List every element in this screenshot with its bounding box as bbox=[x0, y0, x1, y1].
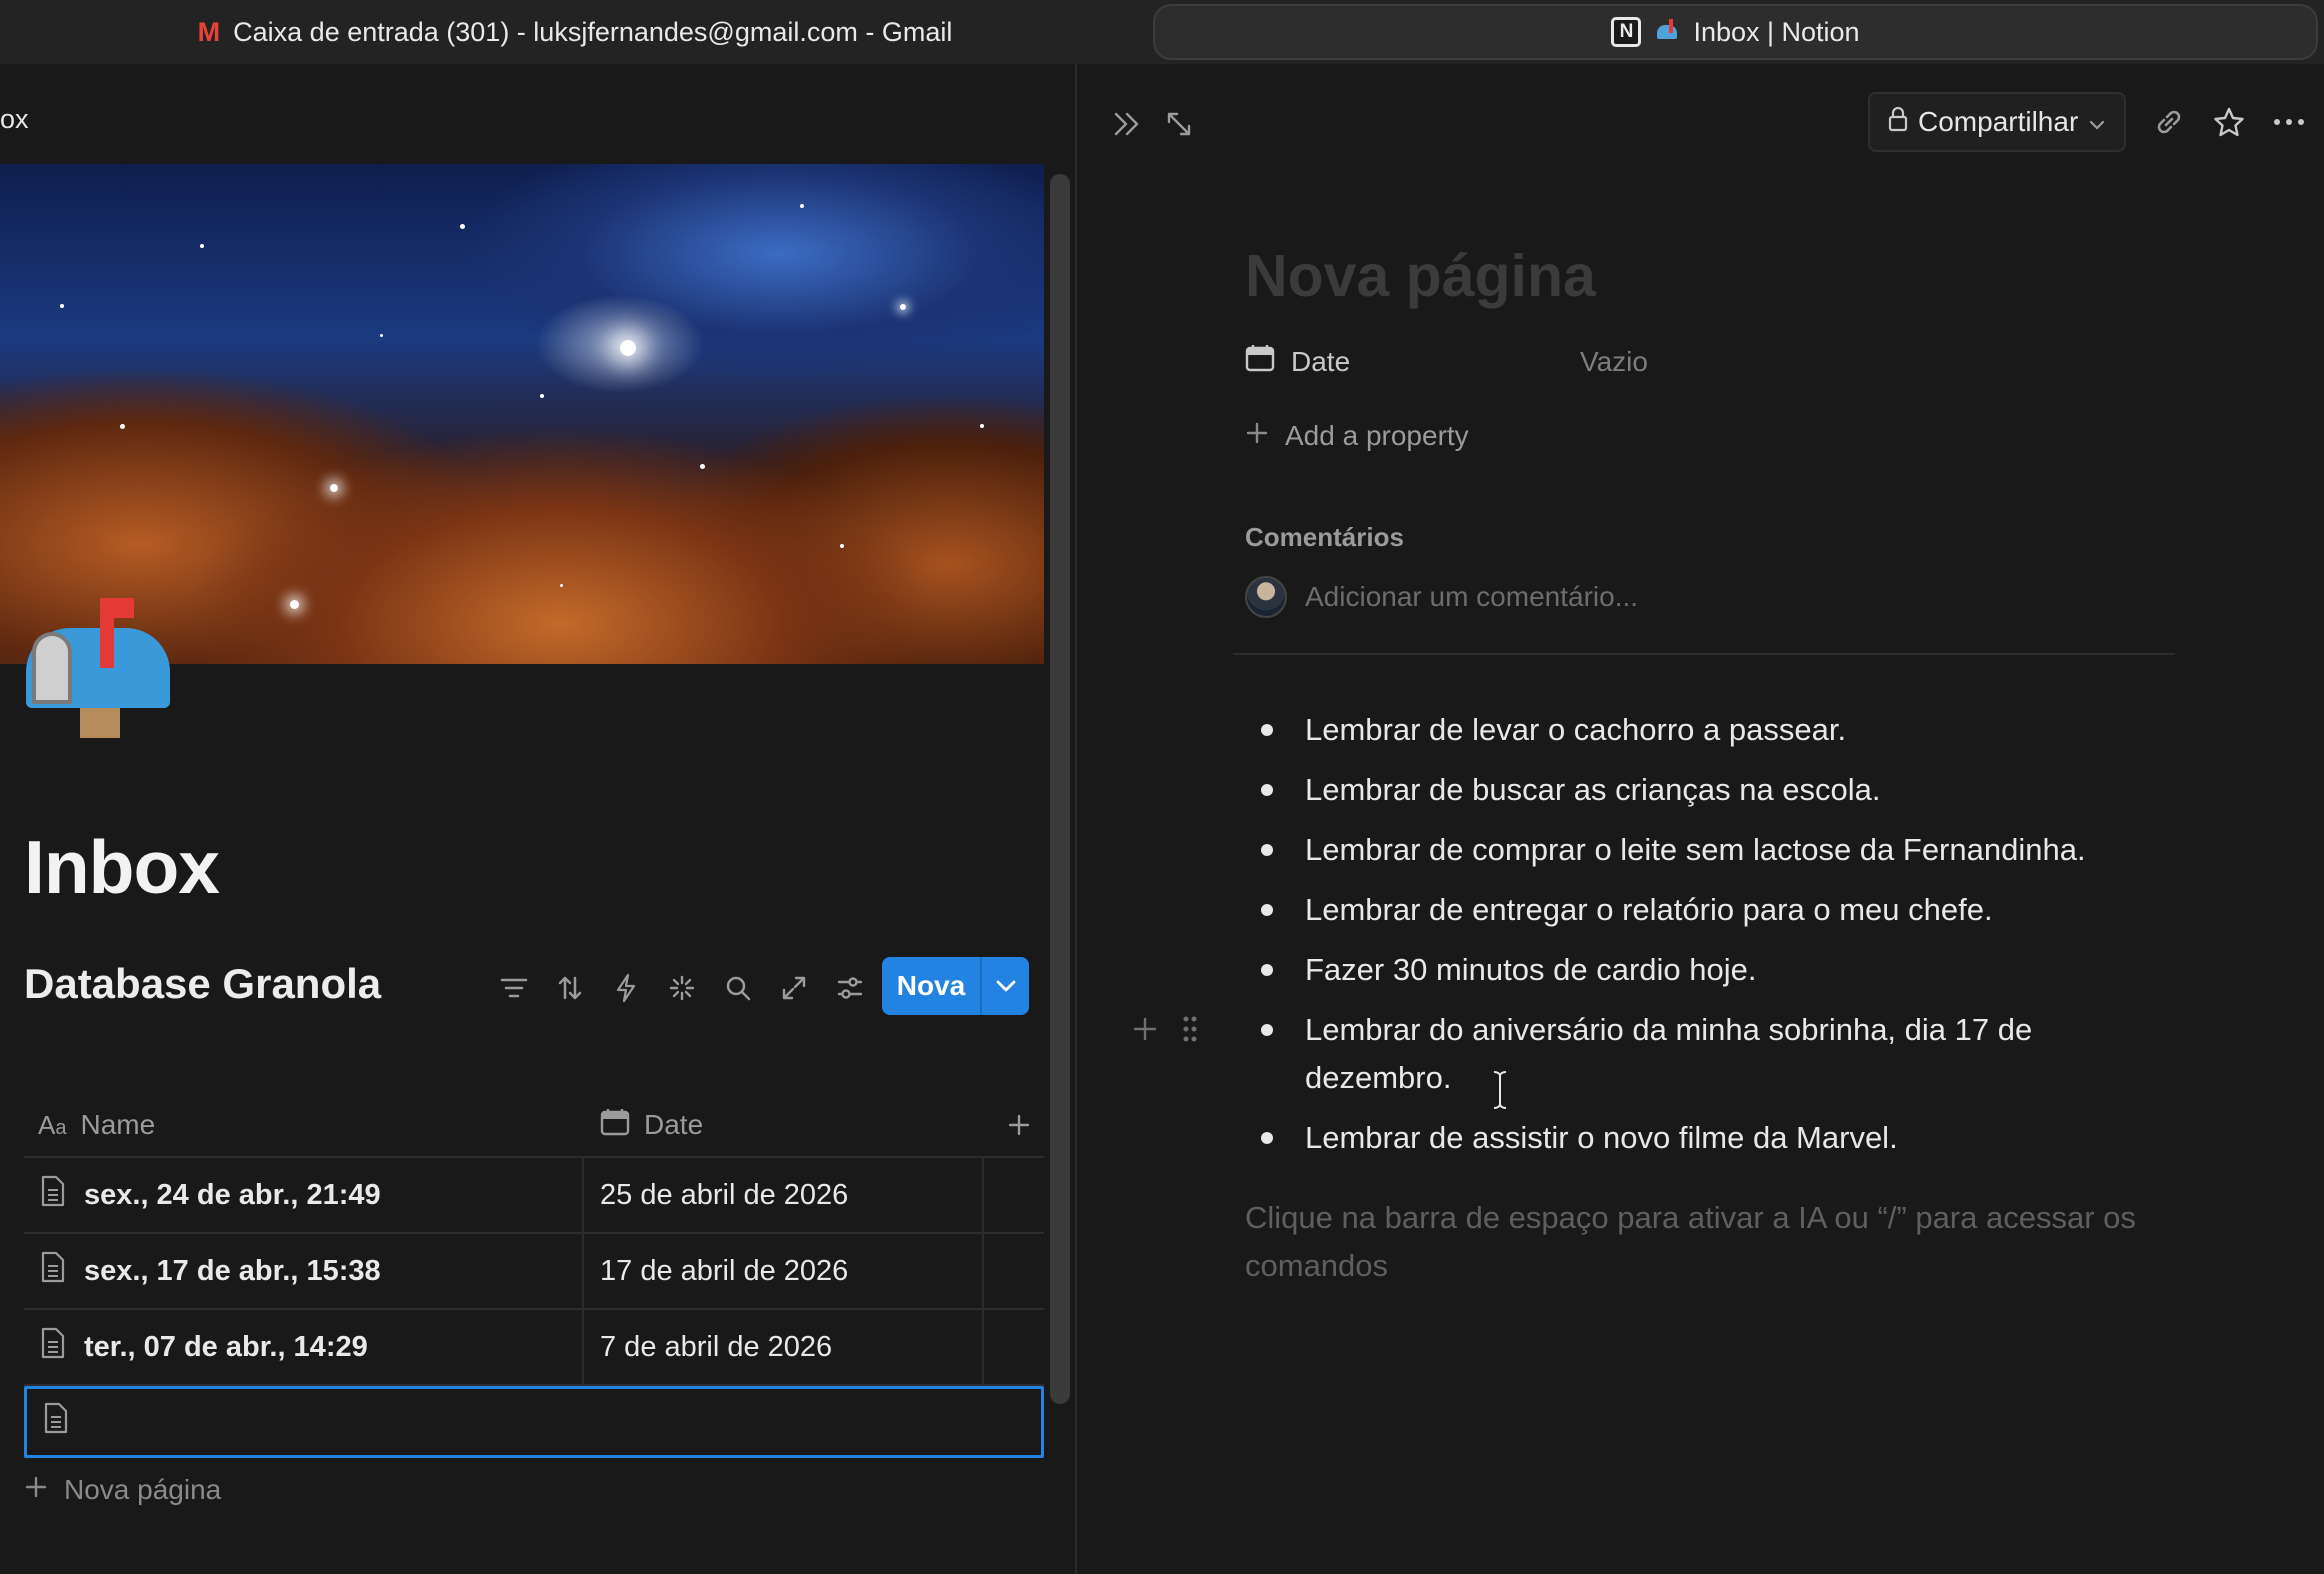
lock-icon bbox=[1888, 106, 1908, 139]
tab-gmail-title: Caixa de entrada (301) - luksjfernandes@… bbox=[233, 16, 953, 47]
row-date: 17 de abril de 2026 bbox=[600, 1254, 849, 1287]
table-row-new-selected[interactable] bbox=[24, 1386, 1044, 1458]
column-header-name[interactable]: Aa Name bbox=[24, 1109, 584, 1141]
close-peek-double-chevron-icon[interactable] bbox=[1107, 104, 1147, 144]
new-page-button[interactable]: Nova página bbox=[24, 1474, 221, 1506]
plus-icon bbox=[1245, 420, 1269, 452]
new-page-label: Nova página bbox=[64, 1474, 222, 1505]
list-item[interactable]: Lembrar de assistir o novo filme da Marv… bbox=[1245, 1114, 2145, 1162]
column-header-date[interactable]: Date bbox=[584, 1108, 994, 1143]
row-date: 7 de abril de 2026 bbox=[600, 1330, 833, 1363]
divider bbox=[1233, 653, 2175, 655]
automation-lightning-icon[interactable] bbox=[598, 960, 654, 1016]
new-entry-button[interactable]: Nova bbox=[882, 957, 1029, 1015]
share-button-label: Compartilhar bbox=[1918, 106, 2079, 137]
bulleted-list: Lembrar de levar o cachorro a passear. L… bbox=[1245, 706, 2145, 1174]
comments-heading: Comentários bbox=[1245, 522, 1404, 552]
avatar bbox=[1245, 576, 1287, 618]
list-item[interactable]: Lembrar de buscar as crianças na escola. bbox=[1245, 766, 2145, 814]
mailbox-icon bbox=[1655, 19, 1679, 45]
list-item[interactable]: Lembrar de comprar o leite sem lactose d… bbox=[1245, 826, 2145, 874]
gmail-icon: M bbox=[197, 16, 220, 47]
page-title-input[interactable]: Nova página bbox=[1245, 242, 1596, 310]
text-cursor-icon bbox=[1491, 1070, 1509, 1110]
column-header-date-label: Date bbox=[644, 1109, 704, 1140]
table-row[interactable]: sex., 24 de abr., 21:49 25 de abril de 2… bbox=[24, 1158, 1044, 1234]
comment-input[interactable]: Adicionar um comentário... bbox=[1305, 581, 1638, 613]
add-block-plus-icon[interactable] bbox=[1132, 1016, 1158, 1047]
row-name-cell[interactable]: sex., 24 de abr., 21:49 bbox=[24, 1158, 584, 1232]
database-title[interactable]: Database Granola bbox=[24, 960, 381, 1008]
search-icon[interactable] bbox=[710, 960, 766, 1016]
row-name-cell[interactable]: sex., 17 de abr., 15:38 bbox=[24, 1234, 584, 1308]
drag-handle-icon[interactable] bbox=[1182, 1014, 1198, 1049]
page-document-icon bbox=[43, 1402, 69, 1442]
sort-icon[interactable] bbox=[542, 960, 598, 1016]
property-date[interactable]: Date bbox=[1245, 344, 1350, 379]
tab-notion-title: Inbox | Notion bbox=[1693, 16, 1860, 47]
vertical-scrollbar[interactable] bbox=[1050, 174, 1070, 1404]
list-item[interactable]: Fazer 30 minutos de cardio hoje. bbox=[1245, 946, 2145, 994]
row-name: sex., 17 de abr., 15:38 bbox=[84, 1254, 381, 1287]
page-title[interactable]: Inbox bbox=[24, 824, 220, 910]
calendar-icon bbox=[600, 1108, 630, 1143]
list-item[interactable]: Lembrar de entregar o relatório para o m… bbox=[1245, 886, 2145, 934]
chevron-down-icon bbox=[2088, 106, 2106, 138]
page-document-icon bbox=[40, 1327, 66, 1367]
notion-icon: N bbox=[1611, 17, 1642, 47]
tab-notion[interactable]: N Inbox | Notion bbox=[1153, 4, 2318, 60]
comment-input-row[interactable]: Adicionar um comentário... bbox=[1245, 576, 1638, 618]
column-header-name-label: Name bbox=[80, 1109, 156, 1140]
block-handle[interactable] bbox=[1132, 1014, 1198, 1049]
property-date-label: Date bbox=[1291, 345, 1351, 377]
page-document-icon bbox=[40, 1175, 66, 1215]
ai-sparkle-icon[interactable] bbox=[654, 960, 710, 1016]
share-button[interactable]: Compartilhar bbox=[1868, 92, 2126, 152]
page-mailbox-icon[interactable] bbox=[26, 598, 170, 738]
chevron-down-icon[interactable] bbox=[982, 978, 1029, 994]
table-row[interactable]: sex., 17 de abr., 15:38 17 de abril de 2… bbox=[24, 1234, 1044, 1310]
database-table: Aa Name Date sex., 24 de abr., 21:49 25 … bbox=[24, 1094, 1044, 1458]
list-item[interactable]: Lembrar do aniversário da minha sobrinha… bbox=[1245, 1006, 2145, 1102]
add-property-label: Add a property bbox=[1285, 420, 1469, 451]
calendar-icon bbox=[1245, 344, 1275, 379]
row-name: sex., 24 de abr., 21:49 bbox=[84, 1178, 381, 1211]
copy-link-icon[interactable] bbox=[2147, 100, 2191, 144]
row-name-cell[interactable] bbox=[27, 1389, 587, 1455]
page-document-icon bbox=[40, 1251, 66, 1291]
table-row[interactable]: ter., 07 de abr., 14:29 7 de abril de 20… bbox=[24, 1310, 1044, 1386]
breadcrumb[interactable]: ox bbox=[0, 104, 29, 135]
table-header: Aa Name Date bbox=[24, 1094, 1044, 1158]
plus-icon bbox=[24, 1474, 48, 1506]
more-options-icon[interactable] bbox=[2267, 100, 2311, 144]
open-full-page-icon[interactable] bbox=[1159, 104, 1199, 144]
database-pane: ox Inbox Database Granola Nova Aa Name D… bbox=[0, 64, 1075, 1574]
page-peek-pane: Compartilhar Nova página Date Vazio Add … bbox=[1077, 64, 2324, 1574]
row-date-cell[interactable]: 25 de abril de 2026 bbox=[584, 1158, 984, 1232]
row-date-cell[interactable]: 7 de abril de 2026 bbox=[584, 1310, 984, 1384]
add-column-icon[interactable] bbox=[994, 1113, 1044, 1137]
filter-icon[interactable] bbox=[486, 960, 542, 1016]
settings-sliders-icon[interactable] bbox=[822, 960, 878, 1016]
add-property-button[interactable]: Add a property bbox=[1245, 420, 1469, 452]
cover-image bbox=[0, 164, 1044, 664]
star-favorite-icon[interactable] bbox=[2207, 100, 2251, 144]
row-date-cell[interactable]: 17 de abril de 2026 bbox=[584, 1234, 984, 1308]
browser-tab-bar: M Caixa de entrada (301) - luksjfernande… bbox=[0, 0, 2324, 64]
empty-block-hint[interactable]: Clique na barra de espaço para ativar a … bbox=[1245, 1194, 2165, 1290]
list-item[interactable]: Lembrar de levar o cachorro a passear. bbox=[1245, 706, 2145, 754]
row-name: ter., 07 de abr., 14:29 bbox=[84, 1330, 368, 1363]
row-date: 25 de abril de 2026 bbox=[600, 1178, 849, 1211]
row-name-cell[interactable]: ter., 07 de abr., 14:29 bbox=[24, 1310, 584, 1384]
property-date-value[interactable]: Vazio bbox=[1580, 346, 1648, 378]
database-toolbar bbox=[486, 960, 878, 1016]
new-entry-button-label: Nova bbox=[896, 970, 966, 1001]
expand-icon[interactable] bbox=[766, 960, 822, 1016]
text-property-icon: Aa bbox=[38, 1109, 67, 1140]
tab-gmail[interactable]: M Caixa de entrada (301) - luksjfernande… bbox=[0, 4, 1150, 60]
